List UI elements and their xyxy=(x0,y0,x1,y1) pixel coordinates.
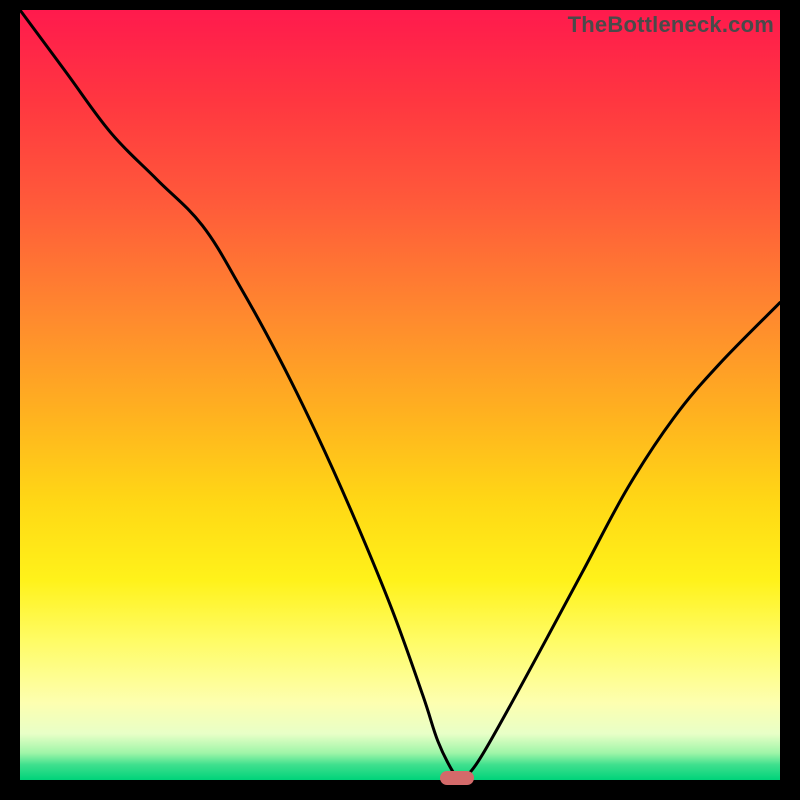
chart-frame: TheBottleneck.com xyxy=(0,0,800,800)
curve-layer xyxy=(20,10,780,780)
bottleneck-curve xyxy=(20,10,780,780)
plot-area: TheBottleneck.com xyxy=(20,10,780,780)
minimum-marker xyxy=(440,771,474,785)
